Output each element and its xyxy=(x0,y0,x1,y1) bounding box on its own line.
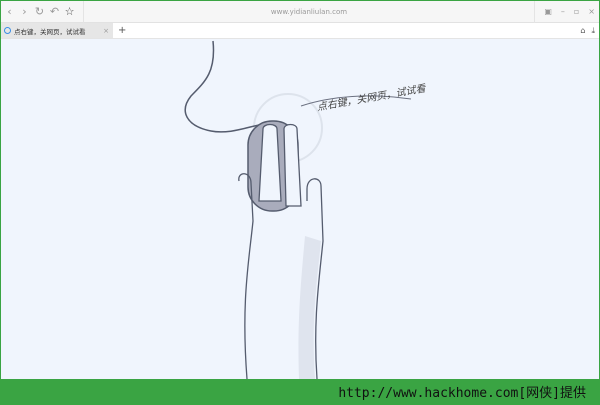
toolbar: ‹ › ↻ ↶ ☆ www.yidianliulan.com ▣ – ▫ × xyxy=(1,1,599,23)
site-icon xyxy=(4,27,11,34)
hand-mouse-illustration xyxy=(184,40,412,379)
back-button[interactable]: ‹ xyxy=(3,5,16,18)
home-icon[interactable]: ⌂ xyxy=(580,23,585,39)
bookmark-star-icon[interactable]: ☆ xyxy=(63,5,76,18)
reload-button[interactable]: ↻ xyxy=(33,5,46,18)
download-icon[interactable]: ⤓ xyxy=(591,23,595,39)
minimize-button[interactable]: – xyxy=(561,1,565,23)
tab-title: 点右键，关网页，试试看 xyxy=(14,27,86,36)
new-tab-button[interactable]: + xyxy=(118,25,126,36)
watermark-text: http://www.hackhome.com[网侠]提供 xyxy=(338,386,586,401)
undo-button[interactable]: ↶ xyxy=(48,5,61,18)
address-bar[interactable]: www.yidianliulan.com xyxy=(83,1,535,23)
tab-bar: 点右键，关网页，试试看 × + ⌂ ⤓ xyxy=(1,23,599,39)
close-button[interactable]: × xyxy=(588,1,595,23)
tab-active[interactable]: 点右键，关网页，试试看 × xyxy=(1,23,113,38)
forward-button[interactable]: › xyxy=(18,5,31,18)
browser-window: ‹ › ↻ ↶ ☆ www.yidianliulan.com ▣ – ▫ × 点… xyxy=(1,1,599,379)
menu-button[interactable]: ▣ xyxy=(544,1,552,23)
tab-close-button[interactable]: × xyxy=(103,27,109,35)
maximize-button[interactable]: ▫ xyxy=(574,1,579,23)
